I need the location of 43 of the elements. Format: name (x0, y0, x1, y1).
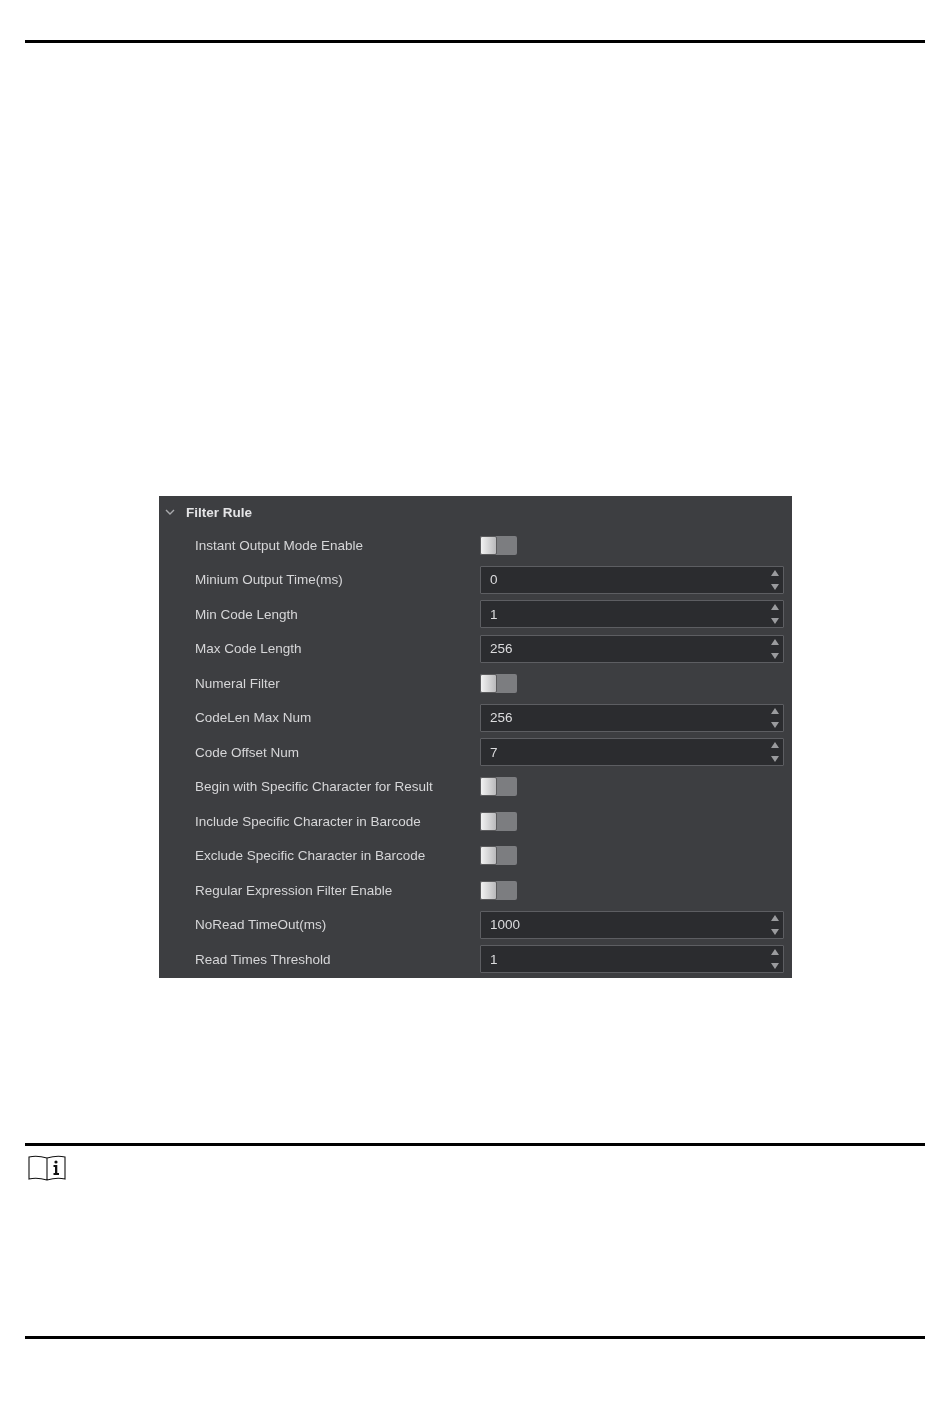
setting-label: NoRead TimeOut(ms) (195, 917, 328, 933)
toggle-switch[interactable] (480, 777, 517, 797)
setting-label: Regular Expression Filter Enable (195, 882, 394, 898)
toggle-switch[interactable] (480, 880, 517, 900)
number-field[interactable]: 7 (480, 738, 784, 767)
setting-label: Exclude Specific Character in Barcode (195, 848, 427, 864)
number-field[interactable]: 256 (480, 634, 784, 663)
setting-label: Include Specific Character in Barcode (195, 813, 422, 829)
down-triangle-icon[interactable] (771, 583, 779, 590)
toggle-switch[interactable] (480, 811, 517, 831)
number-field[interactable]: 1 (480, 600, 784, 629)
setting-label: Instant Output Mode Enable (195, 537, 365, 553)
setting-label: CodeLen Max Num (195, 710, 313, 726)
up-triangle-icon[interactable] (771, 604, 779, 611)
number-field[interactable]: 1000 (480, 910, 784, 939)
down-triangle-icon[interactable] (771, 721, 779, 728)
number-field[interactable]: 256 (480, 703, 784, 732)
setting-label: Max Code Length (195, 641, 303, 657)
toggle-switch[interactable] (480, 846, 517, 866)
setting-label: Read Times Threshold (195, 951, 332, 967)
open-book-info-icon (28, 1153, 66, 1181)
chevron-down-icon[interactable] (165, 509, 175, 515)
down-triangle-icon[interactable] (771, 652, 779, 659)
setting-label: Min Code Length (195, 606, 299, 622)
toggle-switch[interactable] (480, 535, 517, 555)
down-triangle-icon[interactable] (771, 618, 779, 625)
up-triangle-icon[interactable] (771, 914, 779, 921)
up-triangle-icon[interactable] (771, 949, 779, 956)
number-field[interactable]: 0 (480, 565, 784, 594)
down-triangle-icon[interactable] (771, 928, 779, 935)
setting-label: Code Offset Num (195, 744, 301, 760)
setting-label: Begin with Specific Character for Result (195, 779, 434, 795)
up-triangle-icon[interactable] (771, 638, 779, 645)
setting-label: Numeral Filter (195, 675, 281, 691)
up-triangle-icon[interactable] (771, 742, 779, 749)
up-triangle-icon[interactable] (771, 707, 779, 714)
number-field[interactable]: 1 (480, 945, 784, 974)
down-triangle-icon[interactable] (771, 963, 779, 970)
down-triangle-icon[interactable] (771, 756, 779, 763)
setting-label: Minium Output Time(ms) (195, 572, 344, 588)
section-title: Filter Rule (186, 504, 252, 520)
toggle-switch[interactable] (480, 673, 517, 693)
up-triangle-icon[interactable] (771, 569, 779, 576)
